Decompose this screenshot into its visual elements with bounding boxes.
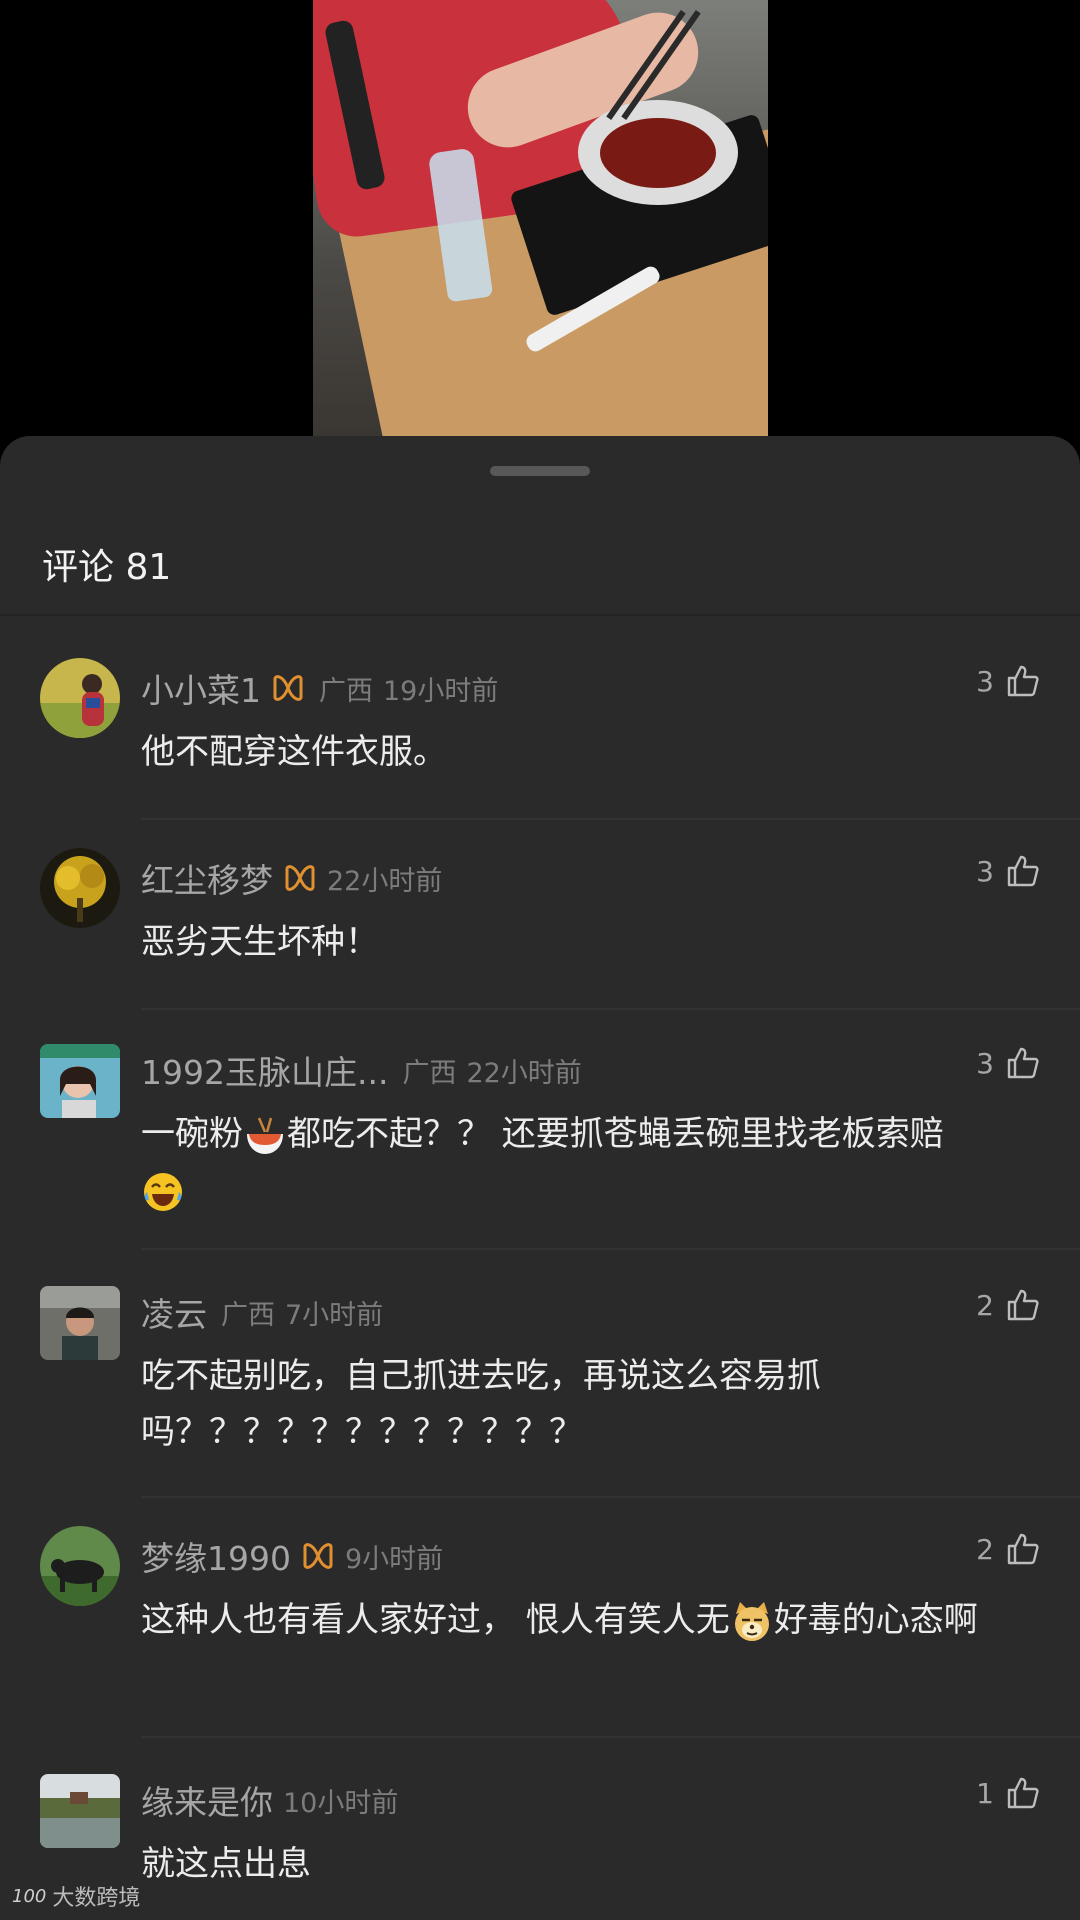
timestamp: 22小时前 bbox=[466, 1057, 582, 1089]
thumbs-up-icon bbox=[1007, 1533, 1039, 1565]
comment-text-part: 一碗粉 bbox=[141, 1114, 243, 1154]
comment-count-title: 评论 81 bbox=[42, 547, 172, 588]
like-count: 3 bbox=[976, 1046, 994, 1080]
username[interactable]: 梦缘1990 bbox=[141, 1532, 291, 1580]
comment-meta: 小小菜1 广西 19小时前 bbox=[141, 658, 498, 718]
like-count: 3 bbox=[976, 854, 994, 888]
region-label: 广西 bbox=[319, 675, 373, 707]
like-button[interactable]: 1 bbox=[976, 1776, 1040, 1810]
timestamp: 22小时前 bbox=[327, 865, 443, 897]
comment-text: 吃不起别吃，自己抓进去吃，再说这么容易抓吗？？？？？？？？？？？？ bbox=[141, 1356, 821, 1452]
crying-laughing-emoji bbox=[144, 1172, 182, 1211]
comment-text: 恶劣天生坏种！ bbox=[141, 922, 379, 962]
region-label: 广西 bbox=[402, 1057, 457, 1089]
like-button[interactable]: 2 bbox=[976, 1532, 1040, 1566]
region-label: 广西 bbox=[221, 1299, 275, 1331]
infinity-badge-icon bbox=[303, 1543, 333, 1569]
thumbs-up-icon bbox=[1007, 1289, 1039, 1321]
like-count: 3 bbox=[976, 664, 994, 698]
video-preview[interactable] bbox=[313, 0, 768, 436]
video-bowl bbox=[578, 100, 738, 205]
comment-text: 一碗粉 都吃不起？？ 还要抓苍蝇丢碗里找老板索赔 bbox=[141, 1106, 1041, 1218]
comment-sheet: 评论 81 小小菜1 广西 19小时前 3 他不配穿这件衣服。 红尘移梦 22小… bbox=[0, 436, 1080, 1920]
landscape-avatar[interactable] bbox=[40, 1774, 120, 1848]
like-count: 2 bbox=[976, 1532, 994, 1566]
thumbs-up-icon bbox=[1007, 665, 1039, 697]
comment-divider bbox=[141, 1008, 1080, 1010]
buffalo-avatar[interactable] bbox=[40, 1526, 120, 1606]
username[interactable]: 凌云 bbox=[141, 1288, 207, 1336]
comment-meta: 缘来是你 10小时前 bbox=[141, 1770, 398, 1830]
comment-text: 这种人也有看人家好过， 恨人有笑人无 好毒的心态啊 bbox=[141, 1592, 1041, 1648]
infinity-badge-icon bbox=[273, 675, 303, 701]
like-button[interactable]: 3 bbox=[976, 1046, 1040, 1080]
username[interactable]: 缘来是你 bbox=[141, 1776, 273, 1824]
golden-tree-avatar[interactable] bbox=[40, 848, 120, 928]
like-button[interactable]: 2 bbox=[976, 1288, 1040, 1322]
header-divider bbox=[0, 614, 1080, 616]
username[interactable]: 1992玉脉山庄... bbox=[141, 1046, 388, 1094]
comment-divider bbox=[141, 1496, 1080, 1498]
comment-divider bbox=[141, 818, 1080, 820]
watermark-text: 大数跨境 bbox=[52, 1886, 141, 1911]
timestamp: 19小时前 bbox=[383, 675, 499, 707]
comment-text-part: 这种人也有看人家好过， 恨人有笑人无 bbox=[141, 1600, 730, 1640]
dog-face-emoji bbox=[734, 1601, 769, 1641]
thumbs-up-icon bbox=[1007, 1777, 1039, 1809]
comment-divider bbox=[141, 1248, 1080, 1250]
man-car-avatar[interactable] bbox=[40, 1286, 120, 1360]
like-button[interactable]: 3 bbox=[976, 664, 1040, 698]
woman-portrait-avatar[interactable] bbox=[40, 1044, 120, 1118]
like-count: 1 bbox=[976, 1776, 994, 1810]
watermark-logo: 100 bbox=[12, 1885, 47, 1907]
like-count: 2 bbox=[976, 1288, 994, 1322]
thumbs-up-icon bbox=[1007, 1047, 1039, 1079]
watermark: 100 大数跨境 bbox=[12, 1880, 140, 1912]
comment-text: 他不配穿这件衣服。 bbox=[141, 732, 447, 772]
timestamp: 7小时前 bbox=[285, 1299, 384, 1331]
drag-handle[interactable] bbox=[490, 466, 590, 476]
comment-meta: 凌云 广西 7小时前 bbox=[141, 1282, 383, 1342]
comment-divider bbox=[141, 1736, 1080, 1738]
like-button[interactable]: 3 bbox=[976, 854, 1040, 888]
username[interactable]: 红尘移梦 bbox=[141, 854, 273, 902]
thumbs-up-icon bbox=[1007, 855, 1039, 887]
woman-field-avatar[interactable] bbox=[40, 658, 120, 738]
timestamp: 9小时前 bbox=[344, 1543, 444, 1575]
comment-meta: 梦缘1990 9小时前 bbox=[141, 1526, 443, 1586]
username[interactable]: 小小菜1 bbox=[141, 664, 261, 712]
infinity-badge-icon bbox=[285, 865, 315, 891]
comment-text: 就这点出息 bbox=[141, 1844, 311, 1884]
noodle-bowl-emoji bbox=[247, 1117, 283, 1154]
comment-meta: 红尘移梦 22小时前 bbox=[141, 848, 442, 908]
comment-text-part: 都吃不起？？ 还要抓苍蝇丢碗里找老板索赔 bbox=[287, 1114, 944, 1154]
timestamp: 10小时前 bbox=[283, 1787, 399, 1819]
comment-meta: 1992玉脉山庄... 广西 22小时前 bbox=[141, 1040, 582, 1100]
comment-text-part: 好毒的心态啊 bbox=[773, 1600, 978, 1640]
